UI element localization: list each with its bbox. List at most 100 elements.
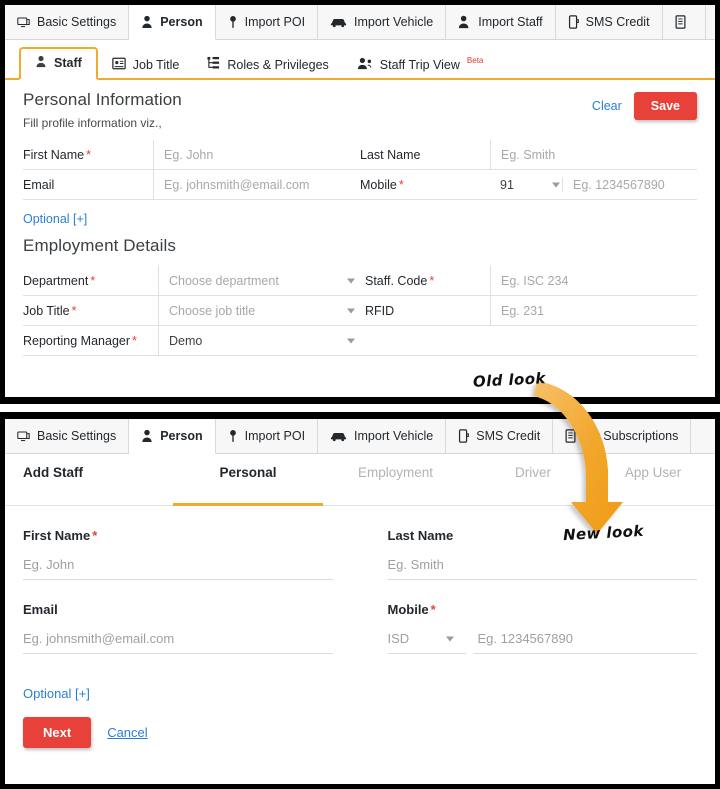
document-icon <box>675 15 686 29</box>
module-tab-person[interactable]: Person <box>129 5 216 40</box>
placeholder-text: Choose job title <box>169 303 256 318</box>
add-staff-step-nav: Add Staff Personal Employment Driver App… <box>5 454 715 506</box>
job-title-select[interactable]: Choose job title <box>158 296 365 326</box>
hierarchy-icon <box>207 56 220 73</box>
last-name-input[interactable]: Eg. Smith <box>490 140 697 170</box>
module-tab-import-staff[interactable]: Import Staff <box>446 5 556 39</box>
new-look-panel: Basic Settings Person Import POI Import … <box>0 412 720 789</box>
tab-app-user[interactable]: App User <box>598 454 708 505</box>
mobile-icon <box>568 15 579 29</box>
personal-information-header: Personal Information Fill profile inform… <box>23 90 697 130</box>
last-name-input[interactable]: Eg. Smith <box>387 557 697 580</box>
cancel-link[interactable]: Cancel <box>107 725 147 740</box>
map-pin-icon <box>228 15 238 29</box>
label-text: Staff. Code <box>365 273 428 288</box>
module-tab-label: SMS Credit <box>585 15 650 29</box>
name-row: First Name * Eg. John Last Name Eg. Smith <box>23 528 697 580</box>
mobile-input-group: ISD Eg. 1234567890 <box>387 631 697 654</box>
module-tab-label: Import Staff <box>478 15 543 29</box>
module-tab-basic-settings[interactable]: Basic Settings <box>5 5 130 39</box>
car-icon <box>330 16 347 28</box>
users-icon <box>357 57 373 73</box>
label-text: Last Name <box>360 147 421 162</box>
tab-personal[interactable]: Personal <box>173 454 323 506</box>
label-text: First Name <box>23 147 85 162</box>
sub-tab-roles-privileges[interactable]: Roles & Privileges <box>193 50 342 80</box>
required-marker: * <box>90 273 96 288</box>
chevron-down-icon <box>347 308 355 313</box>
beta-badge: Beta <box>466 55 484 65</box>
staff-code-input[interactable]: Eg. ISC 234 <box>490 266 697 296</box>
module-tab-sms-credit[interactable]: SMS Credit <box>555 5 663 39</box>
map-pin-icon <box>228 429 238 443</box>
selected-value: Demo <box>169 333 203 348</box>
isd-placeholder: ISD <box>387 631 410 646</box>
module-tab-import-vehicle[interactable]: Import Vehicle <box>318 419 447 453</box>
rfid-input[interactable]: Eg. 231 <box>490 296 697 326</box>
form-actions: Next Cancel <box>23 717 715 748</box>
required-marker: * <box>71 303 77 318</box>
module-tab-label: Import Vehicle <box>354 15 434 29</box>
module-tab-import-vehicle[interactable]: Import Vehicle <box>318 5 447 39</box>
placeholder-text: Eg. John <box>23 557 75 572</box>
mobile-label: Mobile * <box>388 602 698 617</box>
chevron-down-icon <box>445 636 454 642</box>
first-name-input[interactable]: Eg. John <box>153 140 360 170</box>
monitor-icon <box>17 16 30 29</box>
module-tab-overflow[interactable] <box>662 5 706 39</box>
next-button[interactable]: Next <box>23 717 92 748</box>
rfid-label: RFID <box>365 296 490 326</box>
optional-expand-link[interactable]: Optional [+] <box>23 212 87 226</box>
label-text: Job Title <box>23 303 70 318</box>
person-add-icon <box>458 15 472 29</box>
email-input[interactable]: Eg. johnsmith@email.com <box>153 170 360 200</box>
placeholder-text: Eg. John <box>164 147 214 162</box>
placeholder-text: Eg. johnsmith@email.com <box>23 631 175 646</box>
module-tab-my-subscriptions[interactable]: My Subscriptions <box>553 419 692 453</box>
reporting-manager-select[interactable]: Demo <box>158 326 365 356</box>
module-tab-label: Basic Settings <box>37 429 117 443</box>
employment-fields-grid: Department * Choose department Staff. Co… <box>23 266 697 356</box>
header-actions: Clear Save <box>592 90 697 120</box>
tab-employment[interactable]: Employment <box>323 454 468 505</box>
placeholder-text: Eg. Smith <box>501 147 556 162</box>
placeholder-text: Eg. 231 <box>501 303 545 318</box>
person-icon <box>141 15 153 29</box>
email-input[interactable]: Eg. johnsmith@email.com <box>23 631 333 654</box>
mobile-number-input[interactable]: Eg. 1234567890 <box>562 177 693 192</box>
label-text: Mobile <box>387 602 429 617</box>
department-select[interactable]: Choose department <box>158 266 365 296</box>
sub-tab-staff-trip-view[interactable]: Staff Trip View Beta <box>343 51 498 80</box>
contact-row: Email Eg. johnsmith@email.com Mobile * IS… <box>23 602 697 654</box>
screenshot-stage: Basic Settings Person Import POI Import … <box>0 0 720 789</box>
mobile-isd-select[interactable]: 91 <box>500 178 562 192</box>
last-name-field: Last Name Eg. Smith <box>387 528 697 580</box>
sub-tab-staff[interactable]: Staff <box>19 47 98 80</box>
placeholder-text: Eg. Smith <box>387 557 444 572</box>
module-tab-import-poi[interactable]: Import POI <box>215 419 319 453</box>
sub-tab-job-title[interactable]: Job Title <box>98 51 194 80</box>
clear-link[interactable]: Clear <box>592 99 622 113</box>
save-button[interactable]: Save <box>633 92 697 120</box>
department-label: Department * <box>23 266 158 296</box>
car-icon <box>330 430 347 442</box>
module-tab-person[interactable]: Person <box>129 419 216 454</box>
module-tab-sms-credit[interactable]: SMS Credit <box>446 419 554 453</box>
label-text: Email <box>23 177 55 192</box>
tab-driver[interactable]: Driver <box>468 454 598 505</box>
module-tab-label: Import Vehicle <box>354 429 434 443</box>
mobile-number-input[interactable]: Eg. 1234567890 <box>473 631 697 654</box>
employment-details-title: Employment Details <box>23 236 176 255</box>
optional-expand-link[interactable]: Optional [+] <box>23 686 90 701</box>
sub-tab-label: Staff <box>54 56 82 70</box>
mobile-field-group: 91 Eg. 1234567890 <box>490 170 697 200</box>
module-tab-import-poi[interactable]: Import POI <box>215 5 319 39</box>
first-name-input[interactable]: Eg. John <box>23 557 333 580</box>
mobile-isd-select[interactable]: ISD <box>387 631 466 654</box>
old-look-panel: Basic Settings Person Import POI Import … <box>0 0 720 404</box>
first-name-label: First Name * <box>23 528 333 543</box>
id-card-icon <box>112 57 126 73</box>
page-subtitle: Fill profile information viz., <box>23 116 162 130</box>
module-tab-basic-settings[interactable]: Basic Settings <box>5 419 130 453</box>
required-marker: * <box>398 177 404 192</box>
